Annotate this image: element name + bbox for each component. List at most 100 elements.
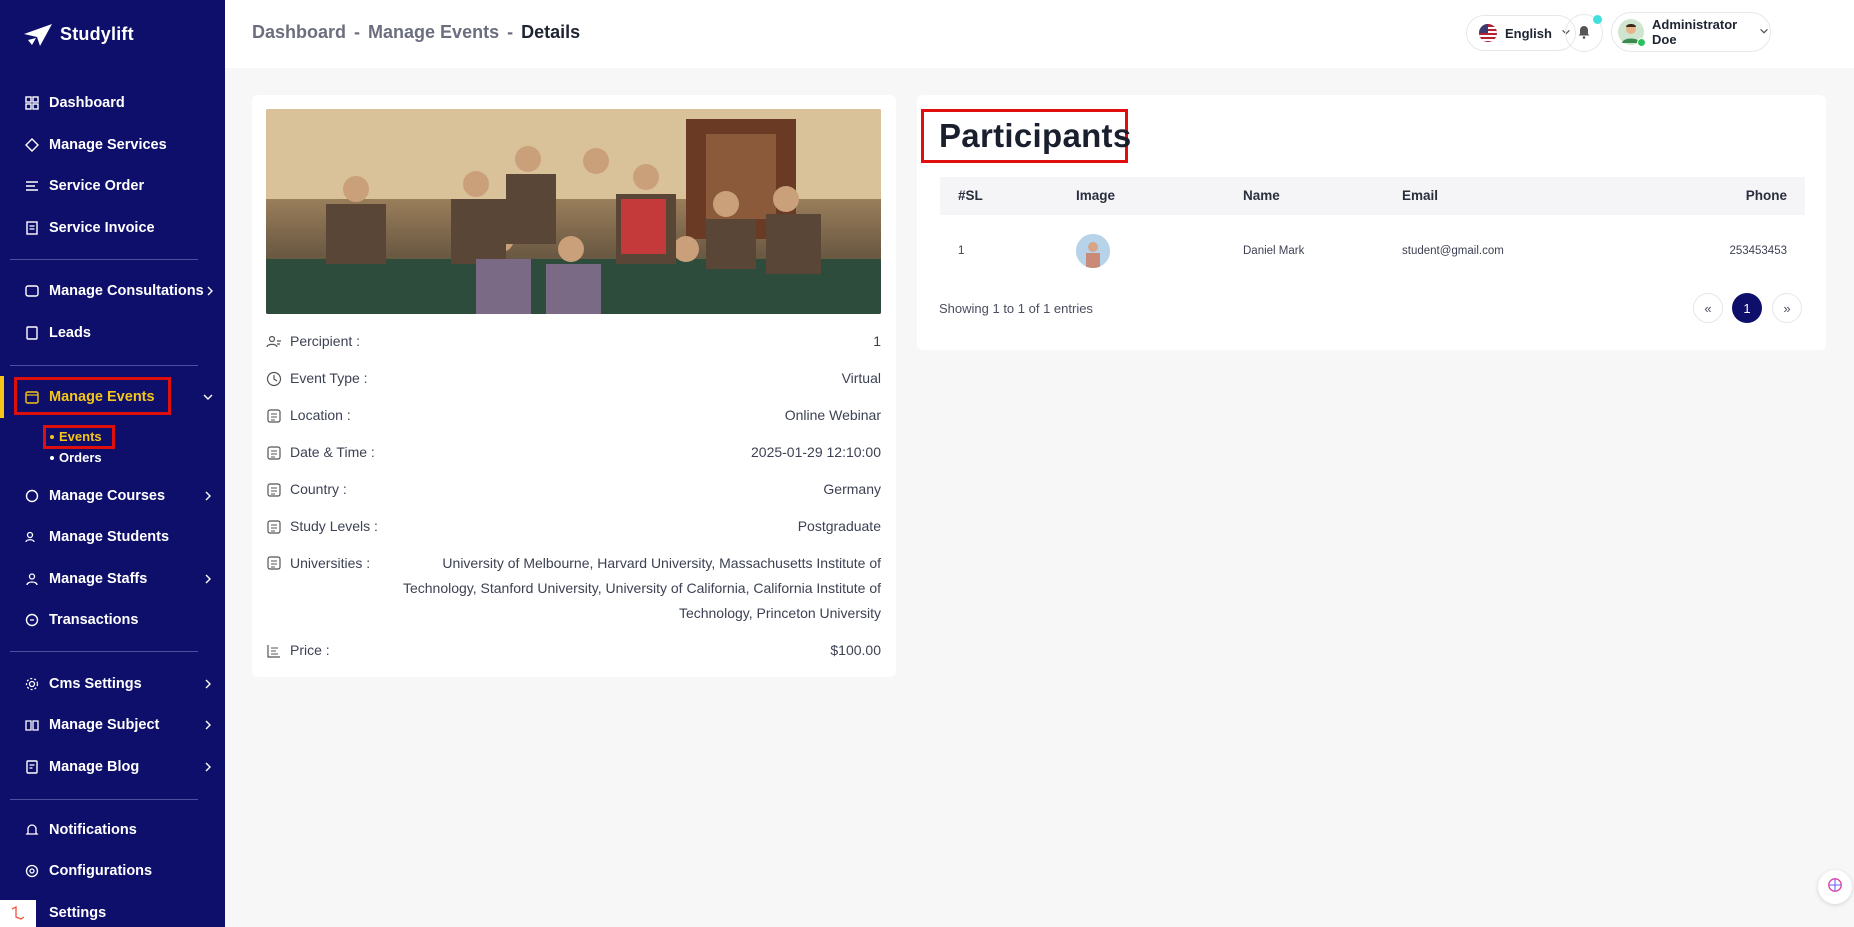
- subject-icon: [24, 717, 40, 733]
- brand-logo[interactable]: Studylift: [22, 20, 134, 48]
- sidebar-item-label: Notifications: [49, 822, 137, 838]
- chevron-down-icon: [1758, 25, 1770, 40]
- document-icon: [267, 556, 281, 570]
- table-row[interactable]: 1 Daniel Mark student@gmail.com 25345345…: [940, 232, 1805, 270]
- user-menu[interactable]: Administrator Doe: [1611, 12, 1771, 52]
- sidebar-item-leads[interactable]: Leads: [24, 318, 215, 348]
- us-flag-icon: [1479, 24, 1497, 42]
- sidebar-item-manage-events[interactable]: Manage Events: [24, 382, 215, 412]
- config-icon: [24, 863, 40, 879]
- sidebar-item-label: Service Order: [49, 178, 145, 194]
- column-header-sl[interactable]: #SL: [958, 177, 983, 215]
- detail-row-universities: Universities : University of Melbourne, …: [266, 551, 881, 626]
- sidebar-item-manage-students[interactable]: Manage Students: [24, 522, 215, 552]
- column-header-image[interactable]: Image: [1076, 177, 1115, 215]
- notification-button[interactable]: [1565, 14, 1603, 52]
- detail-value: 2025-01-29 12:10:00: [751, 444, 881, 460]
- cell-sl: 1: [958, 245, 965, 257]
- cell-email: student@gmail.com: [1402, 245, 1504, 257]
- active-indicator: [0, 376, 4, 418]
- list-icon: [24, 178, 40, 194]
- sidebar-item-service-order[interactable]: Service Order: [24, 171, 215, 201]
- sidebar-item-transactions[interactable]: Transactions: [24, 605, 215, 635]
- sub-item-orders[interactable]: Orders: [50, 450, 102, 465]
- cell-name: Daniel Mark: [1243, 245, 1305, 257]
- detail-row-location: Location : Online Webinar: [266, 403, 881, 428]
- students-icon: [24, 529, 40, 545]
- dashboard-icon: [24, 95, 40, 111]
- detail-value: $100.00: [830, 642, 881, 658]
- sidebar-item-manage-subject[interactable]: Manage Subject: [24, 710, 215, 740]
- column-header-phone[interactable]: Phone: [1746, 177, 1787, 215]
- sidebar-item-settings[interactable]: Settings: [24, 898, 215, 927]
- chevron-right-icon: [201, 718, 215, 732]
- column-header-name[interactable]: Name: [1243, 177, 1280, 215]
- sidebar-item-label: Manage Staffs: [49, 571, 148, 587]
- pagination-next[interactable]: »: [1772, 293, 1802, 323]
- blog-icon: [24, 759, 40, 775]
- language-selector[interactable]: English: [1466, 15, 1576, 51]
- document-icon: [267, 445, 281, 460]
- leads-icon: [24, 325, 40, 341]
- pagination-page-1[interactable]: 1: [1732, 293, 1762, 323]
- cms-icon: [24, 676, 40, 692]
- chevron-down-icon: [201, 390, 215, 404]
- breadcrumb-separator: -: [507, 22, 514, 42]
- clock-icon: [266, 371, 282, 386]
- breadcrumb-current: Details: [521, 22, 581, 42]
- detail-value: University of Melbourne, Harvard Univers…: [402, 555, 881, 621]
- chevron-right-icon: [203, 284, 217, 298]
- detail-value: Online Webinar: [784, 407, 881, 423]
- detail-row-event-type: Event Type : Virtual: [266, 366, 881, 391]
- document-icon: [267, 519, 281, 534]
- online-status-dot: [1637, 38, 1646, 47]
- detail-row-price: Price : $100.00: [266, 638, 881, 663]
- event-banner-image: [266, 109, 881, 314]
- sidebar-item-label: Settings: [49, 905, 107, 921]
- chevron-right-icon: [201, 760, 215, 774]
- graduate-logo-icon: [24, 24, 52, 46]
- assistant-fab[interactable]: [1818, 870, 1852, 904]
- sidebar-item-configurations[interactable]: Configurations: [24, 856, 215, 886]
- detail-value: 1: [873, 333, 881, 349]
- sidebar-item-manage-staffs[interactable]: Manage Staffs: [24, 564, 215, 594]
- calendar-icon: [24, 389, 40, 405]
- brand-name: Studylift: [60, 23, 134, 44]
- language-label: English: [1505, 25, 1552, 41]
- breadcrumb: Dashboard - Manage Events - Details: [252, 22, 580, 43]
- breadcrumb-item[interactable]: Manage Events: [368, 22, 499, 43]
- sidebar-item-cms-settings[interactable]: Cms Settings: [24, 669, 215, 699]
- detail-label: Location :: [290, 407, 351, 423]
- bell-icon: [24, 822, 40, 838]
- bullet-icon: [50, 455, 54, 460]
- sidebar-item-service-invoice[interactable]: Service Invoice: [24, 213, 215, 243]
- detail-value: Postgraduate: [797, 518, 881, 534]
- detail-label: Event Type :: [290, 370, 368, 386]
- sidebar-item-label: Manage Consultations: [49, 283, 204, 299]
- sidebar-item-notifications[interactable]: Notifications: [24, 815, 215, 845]
- sub-item-label: Events: [59, 429, 102, 444]
- column-header-email[interactable]: Email: [1402, 177, 1438, 215]
- pagination-prev[interactable]: «: [1693, 293, 1723, 323]
- detail-label: Date & Time :: [290, 444, 375, 460]
- detail-row-country: Country : Germany: [266, 477, 881, 502]
- sidebar-item-label: Manage Students: [49, 529, 170, 545]
- sidebar-item-label: Manage Blog: [49, 759, 140, 775]
- consultation-icon: [24, 283, 40, 299]
- avatar: [1618, 19, 1646, 47]
- sidebar-item-manage-blog[interactable]: Manage Blog: [24, 752, 215, 782]
- chevron-right-icon: [201, 677, 215, 691]
- breadcrumb-item[interactable]: Dashboard: [252, 22, 346, 43]
- sidebar-item-manage-services[interactable]: Manage Services: [24, 130, 215, 160]
- sidebar-divider: [10, 365, 198, 366]
- sidebar-item-manage-consultations[interactable]: Manage Consultations: [24, 276, 215, 306]
- sidebar-divider: [10, 259, 198, 260]
- participants-card: Participants #SL Image Name Email Phone …: [917, 95, 1826, 350]
- participant-avatar: [1076, 234, 1110, 268]
- sidebar-item-manage-courses[interactable]: Manage Courses: [24, 481, 215, 511]
- sidebar-item-dashboard[interactable]: Dashboard: [24, 88, 215, 118]
- sub-item-label: Orders: [59, 450, 102, 465]
- sidebar-item-label: Manage Events: [49, 389, 155, 405]
- detail-label: Universities :: [290, 555, 371, 571]
- sub-item-events[interactable]: Events: [50, 429, 102, 444]
